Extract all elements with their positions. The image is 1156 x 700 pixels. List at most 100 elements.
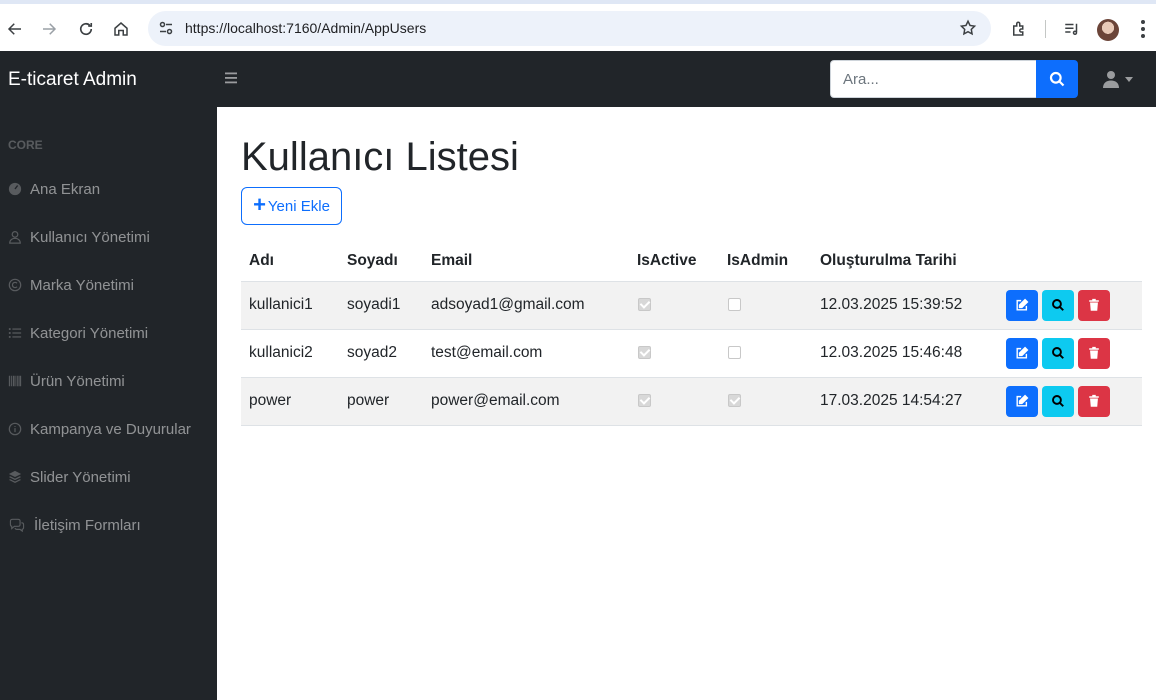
media-control-icon[interactable] (1061, 18, 1083, 40)
sidebar-item-label: Ana Ekran (30, 180, 101, 198)
cell-created: 17.03.2025 14:54:27 (812, 377, 998, 426)
search-icon (1052, 395, 1064, 407)
sidebar-item-kullanici-yonetimi[interactable]: Kullanıcı Yönetimi (8, 225, 150, 249)
sidebar-item-label: Slider Yönetimi (30, 468, 131, 486)
reload-icon[interactable] (75, 18, 97, 40)
extensions-icon[interactable] (1008, 18, 1030, 40)
cell-is-admin (719, 281, 812, 330)
is-admin-checkbox (728, 394, 741, 408)
column-header-actions (998, 241, 1142, 282)
sidebar-item-label: Kategori Yönetimi (30, 324, 149, 342)
sidebar-item-label: Kullanıcı Yönetimi (30, 228, 150, 246)
site-settings-icon[interactable] (158, 20, 174, 36)
column-header-name: Adı (241, 241, 339, 282)
details-button[interactable] (1042, 385, 1074, 417)
url-text: https://localhost:7160/Admin/AppUsers (185, 20, 427, 36)
search-button[interactable] (1036, 60, 1078, 98)
cell-is-admin (719, 329, 812, 378)
sidebar-item-kampanya-ve-duyurular[interactable]: Kampanya ve Duyurular (8, 417, 191, 441)
column-header-is-admin: IsAdmin (719, 241, 812, 282)
list-icon (8, 326, 22, 340)
cell-created: 12.03.2025 15:39:52 (812, 281, 998, 330)
user-icon (1103, 71, 1119, 88)
browser-menu-icon[interactable] (1136, 18, 1150, 40)
cell-surname: soyad2 (339, 329, 423, 378)
sidebar-item-iletisim-formlari[interactable]: İletişim Formları (8, 513, 141, 537)
cell-name: kullanici2 (241, 329, 339, 378)
cell-is-active (629, 281, 719, 330)
brand-title[interactable]: E-ticaret Admin (8, 69, 137, 91)
cell-actions (998, 329, 1142, 378)
sidebar-item-kategori-yonetimi[interactable]: Kategori Yönetimi (8, 321, 148, 345)
sidebar-heading: CORE (8, 138, 43, 152)
cell-email: power@email.com (423, 377, 629, 426)
sidebar-toggle-icon[interactable] (224, 70, 240, 86)
search-form (830, 60, 1078, 98)
edit-icon (1016, 346, 1029, 359)
column-header-created: Oluşturulma Tarihi (812, 241, 998, 282)
top-navbar: E-ticaret Admin (0, 51, 1156, 107)
browser-toolbar: https://localhost:7160/Admin/AppUsers (0, 0, 1156, 51)
is-admin-checkbox (728, 346, 741, 360)
add-user-button[interactable]: + Yeni Ekle (241, 187, 342, 225)
edit-icon (1016, 298, 1029, 311)
page-title: Kullanıcı Listesi (241, 135, 519, 179)
info-icon (8, 422, 22, 436)
cell-name: power (241, 377, 339, 426)
delete-button[interactable] (1078, 337, 1110, 369)
users-table: Adı Soyadı Email IsActive IsAdmin Oluştu… (241, 241, 1142, 426)
main-content: Kullanıcı Listesi + Yeni Ekle Adı Soyadı… (217, 107, 1156, 700)
search-input[interactable] (830, 60, 1036, 98)
add-user-label: Yeni Ekle (267, 197, 330, 215)
sidebar-item-marka-yonetimi[interactable]: Marka Yönetimi (8, 273, 134, 297)
edit-icon (1016, 394, 1029, 407)
layers-icon (8, 470, 22, 484)
user-dropdown[interactable] (1103, 70, 1133, 88)
toolbar-separator (1045, 20, 1046, 38)
delete-button[interactable] (1078, 385, 1110, 417)
sidebar-item-label: İletişim Formları (34, 516, 141, 534)
table-header-row: Adı Soyadı Email IsActive IsAdmin Oluştu… (241, 241, 1142, 282)
address-bar[interactable]: https://localhost:7160/Admin/AppUsers (148, 11, 991, 46)
column-header-is-active: IsActive (629, 241, 719, 282)
search-icon (1049, 71, 1065, 87)
forward-icon[interactable] (38, 18, 60, 40)
sidebar-item-label: Ürün Yönetimi (30, 372, 125, 390)
sidebar-item-label: Marka Yönetimi (30, 276, 134, 294)
sidebar-item-ana-ekran[interactable]: Ana Ekran (8, 177, 100, 201)
cell-actions (998, 377, 1142, 426)
sidebar-item-urun-yonetimi[interactable]: Ürün Yönetimi (8, 369, 125, 393)
search-icon (1052, 299, 1064, 311)
table-row: power power power@email.com 17.03.2025 1… (241, 377, 1142, 426)
delete-button[interactable] (1078, 289, 1110, 321)
profile-avatar[interactable] (1097, 19, 1119, 41)
edit-button[interactable] (1006, 337, 1038, 369)
cell-surname: soyadi1 (339, 281, 423, 330)
sidebar: CORE Ana Ekran Kullanıcı Yönetimi Marka … (0, 107, 217, 700)
sidebar-item-slider-yonetimi[interactable]: Slider Yönetimi (8, 465, 131, 489)
edit-button[interactable] (1006, 289, 1038, 321)
is-active-checkbox (638, 346, 651, 360)
edit-button[interactable] (1006, 385, 1038, 417)
back-icon[interactable] (4, 18, 26, 40)
copyright-icon (8, 278, 22, 292)
search-icon (1052, 347, 1064, 359)
cell-created: 12.03.2025 15:46:48 (812, 329, 998, 378)
barcode-icon (8, 374, 22, 388)
is-admin-checkbox (728, 298, 741, 312)
comments-icon (8, 518, 26, 532)
is-active-checkbox (638, 298, 651, 312)
trash-icon (1089, 394, 1099, 407)
sidebar-item-label: Kampanya ve Duyurular (30, 420, 191, 438)
cell-is-active (629, 329, 719, 378)
home-icon[interactable] (110, 18, 132, 40)
user-icon (8, 230, 22, 244)
bookmark-star-icon[interactable] (959, 19, 977, 37)
cell-actions (998, 281, 1142, 330)
cell-is-admin (719, 377, 812, 426)
cell-is-active (629, 377, 719, 426)
trash-icon (1089, 346, 1099, 359)
details-button[interactable] (1042, 337, 1074, 369)
cell-surname: power (339, 377, 423, 426)
details-button[interactable] (1042, 289, 1074, 321)
